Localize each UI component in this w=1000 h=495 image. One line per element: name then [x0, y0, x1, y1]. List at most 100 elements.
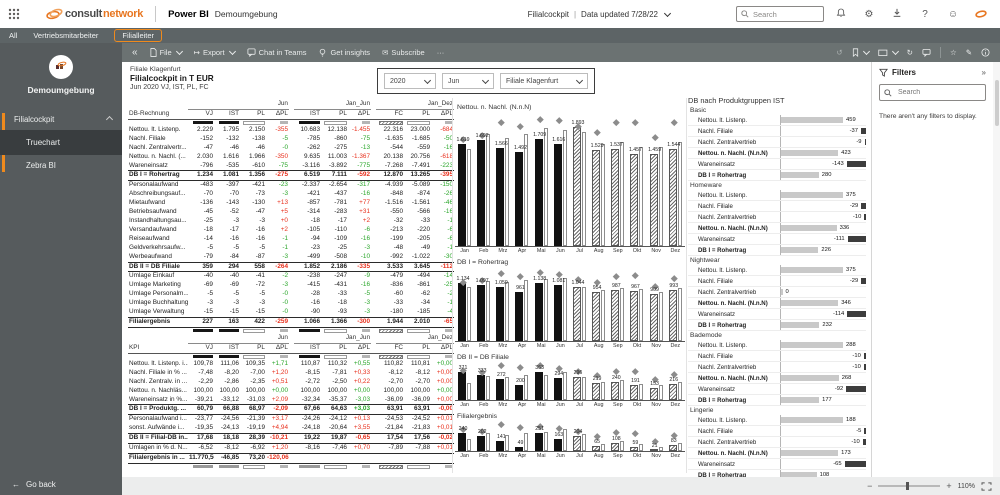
- help-icon[interactable]: ?: [914, 9, 936, 20]
- forecast-bar[interactable]: [592, 446, 600, 451]
- actual-bar[interactable]: [496, 148, 504, 246]
- actual-bar[interactable]: [477, 140, 485, 246]
- collapse-pane-button[interactable]: «: [132, 47, 138, 58]
- go-back-button[interactable]: ← Go back: [12, 480, 56, 489]
- forecast-bar[interactable]: [592, 383, 600, 400]
- comments-button[interactable]: [922, 48, 931, 57]
- product-row[interactable]: Nachl. Filiale-37: [688, 126, 866, 137]
- product-row[interactable]: Nachl. Filiale-29: [688, 201, 866, 212]
- reset-undo-icon[interactable]: ↺: [836, 48, 842, 57]
- year-slicer[interactable]: 2020: [384, 73, 436, 89]
- file-menu[interactable]: File: [150, 48, 182, 57]
- chart-plot[interactable]: 1.1341.0971.0599611.1381.0811.0449549879…: [455, 269, 685, 342]
- download-icon[interactable]: [886, 8, 908, 21]
- product-row[interactable]: DB I = Rohertrag108: [688, 470, 866, 477]
- actual-bar[interactable]: [477, 285, 485, 341]
- product-row[interactable]: Wareneinsatz-92: [688, 384, 866, 395]
- refresh-icon[interactable]: ↻: [907, 48, 913, 57]
- sidebar-item-zebra-bi[interactable]: Zebra BI: [0, 155, 122, 176]
- forecast-bar[interactable]: [650, 449, 658, 451]
- tab-filialleiter[interactable]: Filialleiter: [114, 29, 162, 42]
- actual-bar[interactable]: [477, 436, 485, 451]
- actual-bar[interactable]: [458, 283, 466, 341]
- chart-filialergebnis[interactable]: Filialergebnis24020214149251163204651085…: [455, 413, 685, 459]
- chart-db2-filiale[interactable]: DB II = DB Filiale3713332722003632942962…: [455, 354, 685, 408]
- zoom-slider[interactable]: [878, 485, 940, 487]
- scrollbar-thumb[interactable]: [995, 80, 999, 126]
- chat-in-teams-button[interactable]: Chat in Teams: [247, 48, 307, 57]
- feedback-smiley-icon[interactable]: ☺: [942, 9, 964, 20]
- db-rechnung-table[interactable]: JunJan_JunJan_DezDB-RechnungVJISTPLΔPLIS…: [128, 100, 454, 334]
- forecast-bar[interactable]: [650, 388, 658, 400]
- product-row[interactable]: Nachl. Zentralvertrieb-9: [688, 137, 866, 148]
- forecast-bar[interactable]: [630, 154, 638, 246]
- forecast-bar[interactable]: [573, 436, 581, 451]
- forecast-bar[interactable]: [669, 445, 677, 451]
- forecast-bar[interactable]: [650, 294, 658, 341]
- forecast-bar[interactable]: [592, 292, 600, 341]
- global-search[interactable]: Search: [736, 6, 824, 22]
- product-row[interactable]: Nachl. Zentralvertrieb-10: [688, 437, 866, 448]
- product-row[interactable]: Nettou. n. Nachl. (N.n.N)336: [688, 223, 866, 234]
- product-row[interactable]: DB I = Rohertrag226: [688, 245, 866, 256]
- actual-bar[interactable]: [515, 385, 523, 400]
- forecast-bar[interactable]: [669, 149, 677, 246]
- forecast-bar[interactable]: [611, 443, 619, 451]
- edit-pencil-icon[interactable]: ✎: [966, 48, 972, 57]
- actual-bar[interactable]: [535, 283, 543, 342]
- actual-bar[interactable]: [496, 441, 504, 451]
- product-groups-panel[interactable]: DB nach Produktgruppen IST BasicNettou. …: [688, 96, 866, 477]
- product-row[interactable]: Nachl. Filiale-5: [688, 426, 866, 437]
- forecast-bar[interactable]: [611, 290, 619, 341]
- actual-bar[interactable]: [535, 433, 543, 452]
- tab-all[interactable]: All: [9, 31, 17, 40]
- product-row[interactable]: Nettou. lt. Listenp.459: [688, 115, 866, 126]
- forecast-bar[interactable]: [669, 290, 677, 341]
- product-row[interactable]: Wareneinsatz-111: [688, 234, 866, 245]
- product-row[interactable]: Nachl. Filiale-10: [688, 351, 866, 362]
- filter-search[interactable]: [879, 84, 986, 101]
- actual-bar[interactable]: [515, 292, 523, 341]
- chevron-down-icon[interactable]: [664, 9, 671, 16]
- product-row[interactable]: Wareneinsatz-143: [688, 159, 866, 170]
- actual-bar[interactable]: [515, 447, 523, 451]
- month-slicer[interactable]: Jun: [442, 73, 494, 89]
- product-row[interactable]: Nettou. n. Nachl. (N.n.N)346: [688, 298, 866, 309]
- subscribe-button[interactable]: ✉ Subscribe: [382, 48, 425, 57]
- sidebar-item-truechart[interactable]: Truechart: [0, 130, 122, 155]
- forecast-bar[interactable]: [573, 377, 581, 400]
- actual-bar[interactable]: [458, 372, 466, 400]
- more-options-button[interactable]: ···: [437, 48, 445, 57]
- forecast-bar[interactable]: [573, 127, 581, 246]
- tab-vertriebsmitarbeiter[interactable]: Vertriebsmitarbeiter: [33, 31, 98, 40]
- branch-slicer[interactable]: Filiale Klagenfurt: [500, 73, 588, 89]
- actual-bar[interactable]: [554, 439, 562, 451]
- get-insights-button[interactable]: Get insights: [318, 48, 370, 57]
- favorite-star-icon[interactable]: ☆: [950, 48, 957, 57]
- info-icon[interactable]: [981, 48, 990, 57]
- zoom-out-button[interactable]: −: [867, 481, 872, 491]
- product-row[interactable]: DB I = Rohertrag232: [688, 320, 866, 331]
- export-menu[interactable]: ↦ Export: [194, 48, 235, 57]
- zoom-slider-thumb[interactable]: [906, 482, 909, 490]
- product-row[interactable]: Nettou. lt. Listenp.375: [688, 265, 866, 276]
- chart-plot[interactable]: 371333272200363294296219240191153216: [455, 364, 685, 401]
- bookmarks-button[interactable]: [852, 48, 869, 57]
- product-row[interactable]: Nettou. lt. Listenp.288: [688, 340, 866, 351]
- account-avatar[interactable]: [970, 6, 992, 23]
- forecast-bar[interactable]: [630, 447, 638, 451]
- product-row[interactable]: DB I = Rohertrag177: [688, 395, 866, 406]
- actual-bar[interactable]: [515, 152, 523, 246]
- product-row[interactable]: Wareneinsatz-65: [688, 459, 866, 470]
- report-name[interactable]: Filialcockpit: [528, 10, 569, 19]
- forecast-bar[interactable]: [592, 150, 600, 246]
- product-row[interactable]: Wareneinsatz-114: [688, 309, 866, 320]
- view-button[interactable]: [878, 49, 898, 57]
- forecast-bar[interactable]: [669, 384, 677, 401]
- actual-bar[interactable]: [458, 144, 466, 246]
- settings-gear-icon[interactable]: ⚙: [858, 9, 880, 20]
- forecast-bar[interactable]: [650, 154, 658, 246]
- forecast-bar[interactable]: [630, 291, 638, 341]
- product-row[interactable]: Nachl. Filiale-29: [688, 276, 866, 287]
- actual-bar[interactable]: [496, 379, 504, 400]
